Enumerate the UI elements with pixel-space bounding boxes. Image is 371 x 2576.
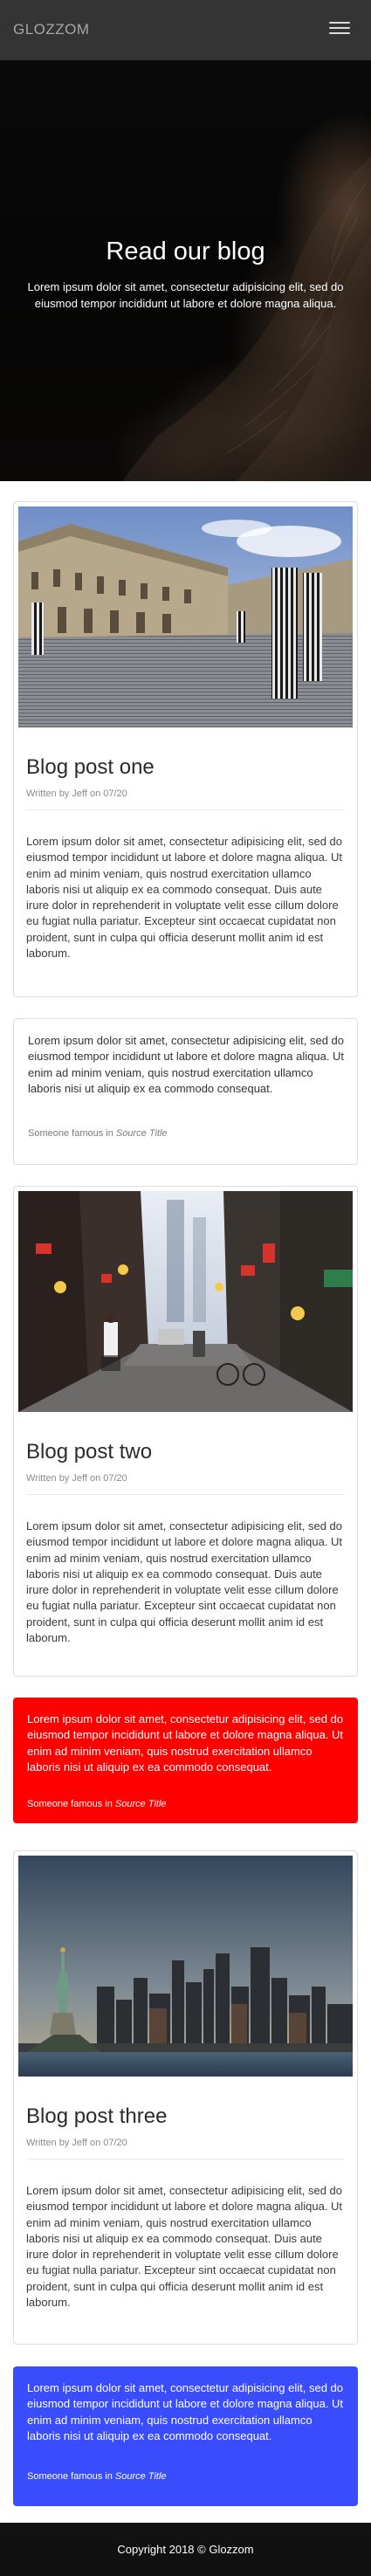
post-image-courtyard bbox=[18, 506, 353, 727]
copyright-text: Copyright 2018 © Glozzom bbox=[117, 2543, 254, 2556]
quote-card: Lorem ipsum dolor sit amet, consectetur … bbox=[13, 1018, 358, 1165]
hero-subtitle: Lorem ipsum dolor sit amet, consectetur … bbox=[27, 280, 344, 310]
post-byline: Written by Jeff on 07/20 bbox=[26, 1473, 127, 1484]
quote-attribution: Someone famous in bbox=[28, 1128, 113, 1139]
post-title[interactable]: Blog post three bbox=[26, 2104, 167, 2129]
blog-post-card: Blog post one Written by Jeff on 07/20 L… bbox=[13, 501, 358, 997]
quote-attribution: Someone famous in bbox=[27, 1799, 113, 1809]
quote-footer: Someone famous in Source Title bbox=[27, 2471, 167, 2482]
quote-text: Lorem ipsum dolor sit amet, consectetur … bbox=[27, 1712, 344, 1774]
divider bbox=[26, 809, 345, 810]
post-body: Lorem ipsum dolor sit amet, consectetur … bbox=[26, 835, 343, 961]
post-body: Lorem ipsum dolor sit amet, consectetur … bbox=[26, 1519, 343, 1645]
quote-footer: Someone famous in Source Title bbox=[27, 1799, 167, 1809]
post-title[interactable]: Blog post two bbox=[26, 1440, 152, 1464]
quote-source: Source Title bbox=[114, 2471, 167, 2482]
quote-text: Lorem ipsum dolor sit amet, consectetur … bbox=[27, 2381, 344, 2442]
post-title[interactable]: Blog post one bbox=[26, 755, 155, 780]
quote-card: Lorem ipsum dolor sit amet, consectetur … bbox=[13, 2366, 358, 2506]
hero-background-image bbox=[122, 156, 371, 481]
quote-text: Lorem ipsum dolor sit amet, consectetur … bbox=[28, 1034, 345, 1095]
post-byline: Written by Jeff on 07/20 bbox=[26, 2138, 127, 2148]
post-image-skyline bbox=[18, 1856, 353, 2077]
hero-title: Read our blog bbox=[106, 238, 265, 265]
blog-post-card: Blog post three Written by Jeff on 07/20… bbox=[13, 1850, 358, 2345]
blog-post-card: Blog post two Written by Jeff on 07/20 L… bbox=[13, 1186, 358, 1677]
post-image-street bbox=[18, 1191, 353, 1412]
footer: Copyright 2018 © Glozzom bbox=[0, 2523, 371, 2576]
hamburger-menu-icon[interactable] bbox=[329, 19, 350, 37]
quote-card: Lorem ipsum dolor sit amet, consectetur … bbox=[13, 1698, 358, 1823]
quote-footer: Someone famous in Source Title bbox=[28, 1128, 168, 1139]
hero-banner: Read our blog Lorem ipsum dolor sit amet… bbox=[0, 60, 371, 481]
post-byline: Written by Jeff on 07/20 bbox=[26, 789, 127, 799]
quote-attribution: Someone famous in bbox=[27, 2471, 113, 2482]
divider bbox=[26, 1494, 345, 1495]
quote-source: Source Title bbox=[114, 1799, 167, 1809]
quote-source: Source Title bbox=[115, 1128, 168, 1139]
post-body: Lorem ipsum dolor sit amet, consectetur … bbox=[26, 2184, 343, 2310]
brand-logo-text[interactable]: GLOZZOM bbox=[13, 21, 90, 38]
navbar: GLOZZOM bbox=[0, 0, 371, 60]
